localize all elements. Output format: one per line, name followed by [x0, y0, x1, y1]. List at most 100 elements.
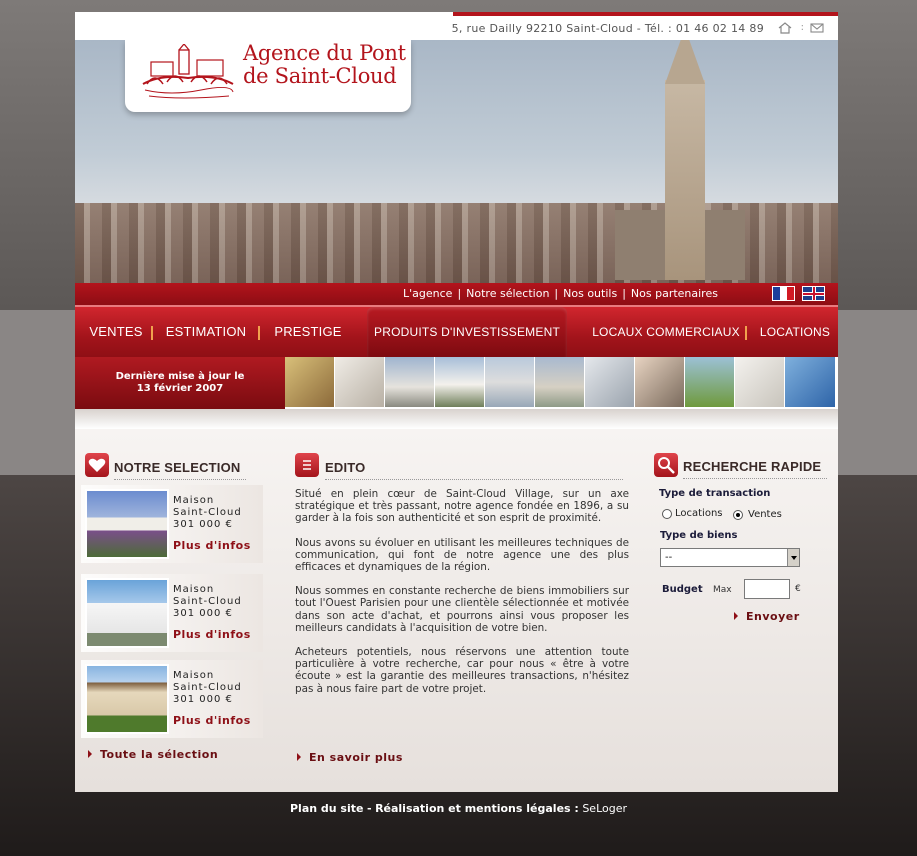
budget-max-input[interactable] [744, 579, 790, 599]
radio-ventes-row[interactable]: Ventes [733, 509, 782, 520]
more-info-link[interactable]: Plus d'infos [173, 714, 251, 727]
main-nav: VENTES ESTIMATION PRESTIGE PRODUITS D'IN… [75, 305, 838, 357]
credits-link[interactable]: Réalisation et mentions légales : [375, 802, 579, 815]
edito-paragraph: Acheteurs potentiels, nous réservons une… [295, 646, 629, 695]
property-type: Maison [173, 670, 215, 681]
nav-divider [745, 326, 747, 340]
top-links: L'agence | Notre sélection | Nos outils | Nos … [403, 287, 718, 300]
edito-paragraph: Situé en plein cœur de Saint-Cloud Villa… [295, 488, 629, 525]
photo-interior [335, 357, 385, 407]
sitemap-link[interactable]: Plan du site [290, 802, 364, 815]
top-red-line [453, 12, 838, 16]
nav-produits-investissement[interactable]: PRODUITS D'INVESTISSEMENT [367, 307, 567, 357]
link-notre-selection[interactable]: Notre sélection [466, 287, 549, 300]
all-selection-link[interactable]: Toute la sélection [88, 748, 218, 761]
nav-ventes[interactable]: VENTES [83, 307, 149, 357]
property-photo[interactable] [85, 489, 169, 559]
nav-locations[interactable]: LOCATIONS [755, 307, 835, 357]
currency-label: € [795, 584, 801, 594]
photo-laptop [735, 357, 785, 407]
nav-estimation[interactable]: ESTIMATION [161, 307, 251, 357]
title-underline [325, 479, 623, 480]
radio-ventes[interactable] [733, 509, 743, 520]
link-nos-outils[interactable]: Nos outils [563, 287, 617, 300]
nav-prestige[interactable]: PRESTIGE [269, 307, 347, 357]
property-photo[interactable] [85, 664, 169, 734]
agency-address: 5, rue Dailly 92210 Saint-Cloud - Tél. :… [451, 22, 764, 35]
content-top-shadow [75, 409, 838, 429]
uk-flag-icon[interactable] [802, 286, 825, 301]
photo-strip [285, 357, 838, 409]
property-info: Maison Saint-Cloud 301 000 € [173, 584, 242, 620]
mail-icon[interactable] [810, 22, 824, 34]
nav-divider [258, 326, 260, 340]
home-icon[interactable] [778, 22, 792, 34]
edito-paragraph: Nous avons su évoluer en utilisant les m… [295, 536, 629, 574]
footer-dash: - [366, 802, 372, 815]
arrow-right-icon [297, 753, 301, 761]
arrow-right-icon [88, 750, 92, 758]
budget-label: Budget [662, 584, 703, 595]
property-type-select[interactable]: -- [660, 548, 800, 567]
selection-title-text: NOTRE SELECTION [114, 460, 241, 475]
photo-people [635, 357, 685, 407]
magnifier-icon [654, 453, 678, 477]
logo-line-1: Agence du Pont [243, 41, 406, 65]
property-card[interactable]: Maison Saint-Cloud 301 000 € Plus d'info… [81, 485, 263, 563]
property-photo[interactable] [85, 578, 169, 648]
edito-paragraph: Nous sommes en constante recherche de bi… [295, 585, 629, 634]
photo-building [385, 357, 435, 407]
link-nos-partenaires[interactable]: Nos partenaires [631, 287, 718, 300]
french-flag-icon[interactable] [772, 286, 795, 301]
property-card[interactable]: Maison Saint-Cloud 301 000 € Plus d'info… [81, 660, 263, 738]
radio-locations[interactable] [662, 508, 672, 519]
budget-max-label: Max [713, 585, 732, 595]
radio-locations-row[interactable]: Locations [662, 508, 723, 519]
document-icon [295, 453, 319, 477]
logo-line-2: de Saint-Cloud [243, 64, 397, 88]
property-type: Maison [173, 584, 215, 595]
link-agence[interactable]: L'agence [403, 287, 452, 300]
link-separator: | [457, 287, 462, 300]
church-spire [665, 40, 705, 84]
photo-villa [535, 357, 585, 407]
submit-search-button[interactable]: Envoyer [734, 610, 800, 623]
property-price: 301 000 € [173, 694, 233, 705]
transaction-type-label: Type de transaction [659, 488, 771, 499]
edito-title: EDITO [325, 460, 623, 480]
photo-pool [485, 357, 535, 407]
property-info: Maison Saint-Cloud 301 000 € [173, 670, 242, 706]
title-underline [683, 478, 827, 479]
heart-icon [85, 453, 109, 477]
more-info-link[interactable]: Plus d'infos [173, 539, 251, 552]
church-tower [665, 80, 705, 280]
link-separator: | [622, 287, 626, 300]
last-update-box: Dernière mise à jour le 13 février 2007 [75, 357, 285, 409]
learn-more-link[interactable]: En savoir plus [297, 751, 403, 764]
property-price: 301 000 € [173, 519, 233, 530]
top-links-strip: L'agence | Notre sélection | Nos outils | Nos … [75, 283, 838, 305]
radio-ventes-label: Ventes [748, 509, 782, 520]
edito-title-text: EDITO [325, 460, 366, 475]
property-card[interactable]: Maison Saint-Cloud 301 000 € Plus d'info… [81, 574, 263, 652]
top-info-bar: 5, rue Dailly 92210 Saint-Cloud - Tél. :… [75, 12, 838, 40]
photo-couple [785, 357, 835, 407]
nav-locaux-commerciaux[interactable]: LOCAUX COMMERCIAUX [585, 307, 747, 357]
arrow-right-icon [734, 612, 738, 620]
property-city: Saint-Cloud [173, 596, 242, 607]
seloger-link[interactable]: SeLoger [582, 802, 627, 815]
title-underline [114, 479, 246, 480]
link-separator: | [554, 287, 559, 300]
icon-separator: : [800, 22, 804, 33]
more-info-link[interactable]: Plus d'infos [173, 628, 251, 641]
chevron-down-icon[interactable] [787, 549, 799, 566]
nav-divider [151, 326, 153, 340]
photo-garden [685, 357, 735, 407]
submit-label: Envoyer [746, 610, 800, 623]
logo[interactable]: Agence du Pont de Saint-Cloud [125, 40, 411, 112]
property-city: Saint-Cloud [173, 507, 242, 518]
logo-bridge-drawing [142, 44, 234, 99]
hero-banner: Agence du Pont de Saint-Cloud [75, 40, 838, 293]
all-selection-label: Toute la sélection [100, 748, 219, 761]
property-price: 301 000 € [173, 608, 233, 619]
